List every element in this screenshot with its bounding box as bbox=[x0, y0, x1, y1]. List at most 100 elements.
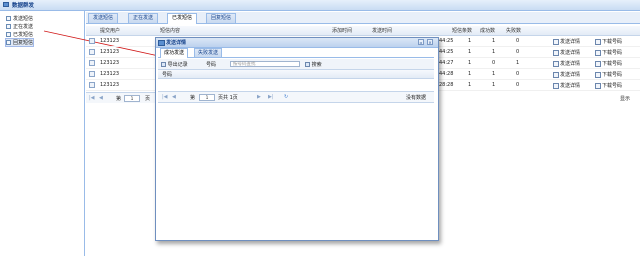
tab-sent[interactable]: 已发短信 bbox=[167, 13, 198, 24]
prev-page-icon[interactable]: ◀ bbox=[99, 95, 103, 101]
grid-header: 提交用户 短信内容 添加时间 发送时间 短信条数 成功数 失败数 bbox=[86, 26, 640, 36]
pager-display: 显示 bbox=[620, 96, 631, 102]
send-detail-link[interactable]: 发送详情 bbox=[553, 60, 580, 67]
next-page-icon[interactable]: ▶ bbox=[257, 94, 261, 100]
pager-suffix: 页 bbox=[145, 96, 151, 102]
detail-icon bbox=[553, 60, 559, 67]
send-detail-link[interactable]: 发送详情 bbox=[553, 71, 580, 78]
send-detail-link[interactable]: 发送详情 bbox=[553, 82, 580, 89]
download-numbers-label: 下载号码 bbox=[602, 61, 623, 67]
cell-fail: 0 bbox=[516, 38, 520, 44]
refresh-icon[interactable]: ↻ bbox=[284, 94, 288, 100]
send-detail-label: 发送详情 bbox=[560, 83, 581, 89]
col-success: 成功数 bbox=[480, 28, 496, 34]
cell-sent-time: 44:27 bbox=[439, 60, 454, 66]
download-numbers-label: 下载号码 bbox=[602, 72, 623, 78]
download-icon bbox=[595, 49, 601, 56]
cell-success: 1 bbox=[492, 82, 496, 88]
last-page-icon[interactable]: ▶| bbox=[268, 94, 274, 100]
download-icon bbox=[595, 82, 601, 89]
cell-user: 123123 bbox=[100, 71, 120, 77]
col-count: 短信条数 bbox=[452, 28, 473, 34]
cell-user: 123123 bbox=[100, 49, 120, 55]
cell-success: 0 bbox=[492, 60, 496, 66]
send-detail-link[interactable]: 发送详情 bbox=[553, 38, 580, 45]
main-tabs: 发送短信 正在发送 已发短信 回复短信 bbox=[86, 12, 640, 24]
dialog-toolbar: 导出记录 号码 按号码查找 搜索 bbox=[158, 59, 434, 70]
cell-success: 1 bbox=[492, 49, 496, 55]
pager-prefix: 第 bbox=[190, 95, 196, 101]
search-icon bbox=[305, 62, 310, 67]
first-page-icon[interactable]: |◀ bbox=[89, 95, 95, 101]
row-checkbox[interactable] bbox=[89, 82, 95, 88]
col-phone: 号码 bbox=[162, 72, 173, 78]
search-button[interactable]: 搜索 bbox=[305, 61, 322, 68]
download-numbers-label: 下载号码 bbox=[602, 83, 623, 89]
cell-user: 123123 bbox=[100, 82, 120, 88]
detail-icon bbox=[553, 71, 559, 78]
dialog-title: 发送详情 bbox=[166, 40, 187, 46]
send-detail-dialog: 发送详情 ▫ × 成功发送 失败发送 导出记录 号码 按号码查找 搜索 号码 |… bbox=[155, 37, 439, 241]
cell-fail: 0 bbox=[516, 71, 520, 77]
pager-total: 页共 1页 bbox=[218, 95, 238, 101]
cell-sent-time: 44:25 bbox=[439, 49, 454, 55]
dialog-page-input[interactable]: 1 bbox=[199, 94, 215, 101]
phone-label: 号码 bbox=[206, 62, 217, 68]
tab-send[interactable]: 发送短信 bbox=[88, 13, 119, 23]
cell-success: 1 bbox=[492, 71, 496, 77]
row-checkbox[interactable] bbox=[89, 60, 95, 66]
tab-failed[interactable]: 失败发送 bbox=[194, 48, 223, 57]
send-detail-label: 发送详情 bbox=[560, 61, 581, 67]
cell-fail: 1 bbox=[516, 60, 520, 66]
tab-success[interactable]: 成功发送 bbox=[160, 48, 189, 58]
pager-prefix: 第 bbox=[116, 96, 122, 102]
tab-sending[interactable]: 正在发送 bbox=[128, 13, 159, 23]
cell-fail: 0 bbox=[516, 82, 520, 88]
detail-icon bbox=[553, 82, 559, 89]
col-content: 短信内容 bbox=[160, 28, 181, 34]
send-detail-label: 发送详情 bbox=[560, 39, 581, 45]
export-button[interactable]: 导出记录 bbox=[161, 61, 188, 68]
row-checkbox[interactable] bbox=[89, 49, 95, 55]
first-page-icon[interactable]: |◀ bbox=[162, 94, 168, 100]
download-numbers-link[interactable]: 下载号码 bbox=[595, 49, 622, 56]
close-button[interactable]: × bbox=[427, 39, 433, 45]
download-icon bbox=[595, 60, 601, 67]
cell-user: 123123 bbox=[100, 38, 120, 44]
export-label: 导出记录 bbox=[167, 62, 188, 68]
dialog-pager: |◀ ◀ 第 1 页共 1页 ▶ ▶| ↻ 没有数据 bbox=[158, 91, 434, 103]
export-icon bbox=[161, 62, 166, 67]
search-label: 搜索 bbox=[311, 62, 322, 68]
cell-user: 123123 bbox=[100, 60, 120, 66]
col-added: 添加时间 bbox=[332, 28, 353, 34]
download-icon bbox=[595, 71, 601, 78]
download-icon bbox=[595, 38, 601, 45]
send-detail-link[interactable]: 发送详情 bbox=[553, 49, 580, 56]
cell-count: 1 bbox=[468, 82, 472, 88]
col-sent: 发送时间 bbox=[372, 28, 393, 34]
download-numbers-link[interactable]: 下载号码 bbox=[595, 71, 622, 78]
main-pager: |◀ ◀ 第 1 页 bbox=[86, 92, 156, 103]
send-detail-label: 发送详情 bbox=[560, 50, 581, 56]
phone-search-input[interactable]: 按号码查找 bbox=[230, 61, 300, 67]
cell-sent-time: 44:28 bbox=[439, 71, 454, 77]
col-user: 提交用户 bbox=[100, 28, 121, 34]
download-numbers-link[interactable]: 下载号码 bbox=[595, 60, 622, 67]
download-numbers-link[interactable]: 下载号码 bbox=[595, 38, 622, 45]
pager-status: 没有数据 bbox=[406, 95, 427, 101]
cell-sent-time: 28:28 bbox=[439, 82, 454, 88]
download-numbers-link[interactable]: 下载号码 bbox=[595, 82, 622, 89]
dialog-grid-header: 号码 bbox=[158, 70, 434, 79]
row-checkbox[interactable] bbox=[89, 71, 95, 77]
cell-count: 1 bbox=[468, 71, 472, 77]
page-input[interactable]: 1 bbox=[124, 95, 140, 102]
minimize-button[interactable]: ▫ bbox=[418, 39, 424, 45]
detail-icon bbox=[553, 38, 559, 45]
row-checkbox[interactable] bbox=[89, 38, 95, 44]
cell-count: 1 bbox=[468, 60, 472, 66]
cell-count: 1 bbox=[468, 38, 472, 44]
tab-reply[interactable]: 回复短信 bbox=[206, 13, 237, 23]
window-icon bbox=[158, 40, 165, 46]
send-detail-label: 发送详情 bbox=[560, 72, 581, 78]
prev-page-icon[interactable]: ◀ bbox=[172, 94, 176, 100]
